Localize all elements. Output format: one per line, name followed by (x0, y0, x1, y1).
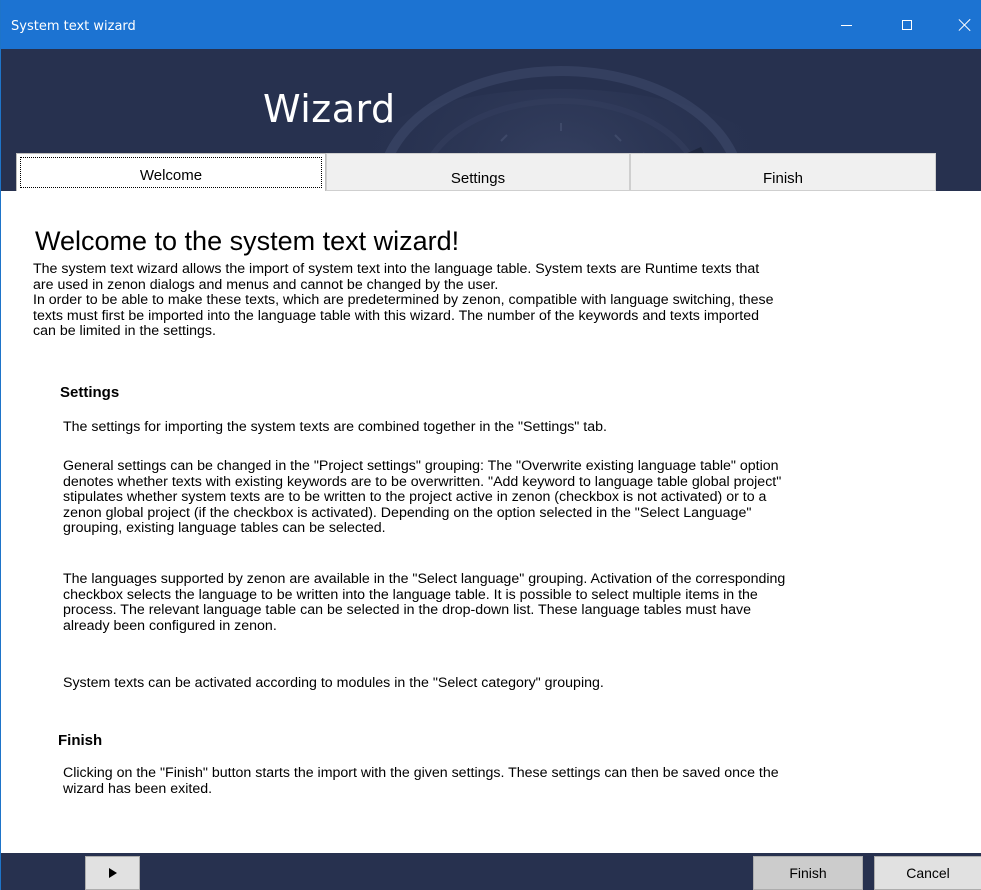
tab-settings-label: Settings (450, 170, 506, 187)
tab-finish[interactable]: Finish (630, 153, 936, 191)
finish-line: Clicking on the "Finish" button starts t… (63, 765, 779, 781)
settings-paragraph: The settings for importing the system te… (63, 419, 607, 436)
intro-line: texts must first be imported into the la… (33, 307, 760, 324)
play-icon (108, 868, 117, 879)
maximize-icon (902, 19, 912, 30)
settings-paragraph: General settings can be changed in the "… (63, 458, 782, 537)
intro-line: The system text wizard allows the import… (33, 261, 760, 277)
intro-paragraph: The system text wizard allows the import… (33, 261, 774, 340)
page-heading: Welcome to the system text wizard! (35, 226, 460, 256)
close-icon (958, 18, 972, 32)
settings-line: The languages supported by zenon are ava… (63, 571, 786, 587)
tab-welcome[interactable]: Welcome (16, 153, 326, 192)
intro-line: are used in zenon dialogs and menus and … (33, 276, 499, 293)
settings-line: denotes whether texts with existing keyw… (63, 473, 782, 490)
wizard-window: System text wizard Wizard Welcome Settin… (0, 0, 981, 890)
settings-line: process. The relevant language table can… (63, 602, 752, 618)
close-button[interactable] (942, 0, 981, 49)
cancel-button[interactable]: Cancel (874, 856, 981, 890)
settings-line: zenon global project (if the checkbox is… (63, 504, 752, 521)
settings-paragraph: System texts can be activated according … (63, 675, 604, 692)
settings-line: grouping, existing language tables can b… (63, 520, 386, 536)
wizard-tabs: Welcome Settings Finish (16, 153, 936, 192)
settings-paragraph: The languages supported by zenon are ava… (63, 571, 786, 634)
tab-settings[interactable]: Settings (326, 153, 630, 191)
tab-finish-label: Finish (762, 170, 803, 187)
finish-section-title: Finish (58, 732, 103, 749)
finish-paragraph: Clicking on the "Finish" button starts t… (63, 765, 779, 797)
finish-button[interactable]: Finish (753, 856, 863, 890)
tab-welcome-label: Welcome (139, 167, 203, 184)
maximize-button[interactable] (884, 0, 930, 49)
window-title: System text wizard (11, 19, 136, 34)
next-button[interactable] (85, 856, 140, 890)
settings-line: System texts can be activated according … (63, 675, 604, 691)
banner-title: Wizard (263, 87, 396, 131)
minimize-button[interactable] (823, 0, 869, 49)
settings-line: stipulates whether system texts are to b… (63, 489, 767, 505)
finish-line: wizard has been exited. (63, 780, 213, 797)
settings-section-title: Settings (60, 384, 120, 401)
settings-line: checkbox selects the language to be writ… (63, 586, 758, 603)
settings-line: already been configured in zenon. (63, 617, 277, 634)
intro-line: In order to be able to make these texts,… (33, 292, 774, 308)
intro-line: can be limited in the settings. (33, 323, 216, 339)
title-bar[interactable]: System text wizard (1, 0, 981, 49)
settings-line: General settings can be changed in the "… (63, 458, 779, 474)
welcome-page: Welcome to the system text wizard! The s… (1, 191, 981, 853)
settings-line: The settings for importing the system te… (63, 419, 607, 435)
minimize-icon (840, 25, 852, 26)
